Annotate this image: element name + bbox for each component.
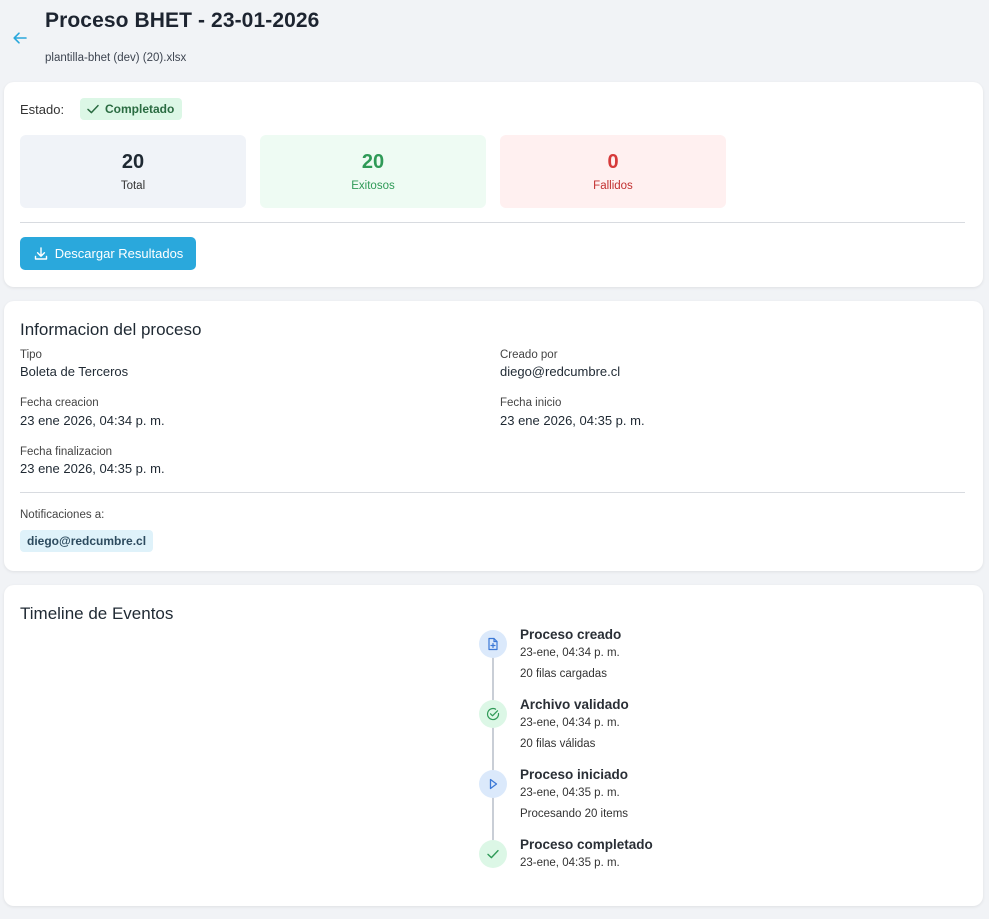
type-value: Boleta de Terceros [20, 364, 129, 379]
timeline-event-title: Archivo validado [520, 697, 629, 712]
timeline-event-date: 23-ene, 04:35 p. m. [520, 787, 620, 799]
stat-total-value: 20 [121, 151, 145, 173]
timeline-card: Timeline de Eventos Proceso creado 23-en… [4, 585, 983, 906]
page-header: Proceso BHET - 23-01-2026 plantilla-bhet… [0, 0, 989, 80]
status-card: Estado: Completado 20 Total 20 Exitosos … [4, 82, 983, 287]
timeline-event-detail: Procesando 20 items [520, 808, 629, 820]
stat-failed-value: 0 [607, 151, 619, 173]
divider [20, 492, 965, 493]
created-date-value: 23 ene 2026, 04:34 p. m. [20, 413, 165, 428]
type-label: Tipo [20, 349, 42, 361]
file-name: plantilla-bhet (dev) (20).xlsx [45, 52, 187, 64]
timeline-dot [479, 770, 507, 798]
back-button[interactable] [10, 28, 30, 48]
stat-success-value: 20 [361, 151, 385, 173]
process-info-card: Informacion del proceso Tipo Boleta de T… [4, 301, 983, 571]
end-date-label: Fecha finalizacion [20, 446, 113, 458]
page-title: Proceso BHET - 23-01-2026 [45, 9, 320, 32]
stat-failed: 0 Fallidos [500, 135, 726, 208]
arrow-left-icon [13, 32, 27, 44]
timeline-event-title: Proceso iniciado [520, 767, 629, 782]
play-icon [489, 778, 498, 790]
notification-email-chip: diego@redcumbre.cl [20, 530, 154, 552]
status-label: Estado: [20, 102, 65, 117]
file-plus-icon [488, 637, 498, 651]
download-icon [34, 246, 47, 260]
timeline-dot [479, 840, 507, 868]
timeline-event-date: 23-ene, 04:35 p. m. [520, 857, 620, 869]
timeline-dot [479, 630, 507, 658]
download-results-button[interactable]: Descargar Resultados [20, 237, 196, 270]
timeline-event-title: Proceso completado [520, 837, 653, 852]
stat-total: 20 Total [20, 135, 246, 208]
timeline-event-date: 23-ene, 04:34 p. m. [520, 647, 620, 659]
stat-success-label: Exitosos [351, 180, 395, 192]
timeline-line [492, 643, 494, 853]
created-by-label: Creado por [500, 349, 558, 361]
stat-total-label: Total [120, 180, 146, 192]
timeline-title: Timeline de Eventos [20, 604, 174, 623]
created-date-label: Fecha creacion [20, 397, 99, 409]
created-by-value: diego@redcumbre.cl [500, 364, 621, 379]
download-results-label: Descargar Resultados [54, 246, 184, 261]
timeline-event-title: Proceso creado [520, 627, 622, 642]
start-date-value: 23 ene 2026, 04:35 p. m. [500, 413, 645, 428]
check-circle-icon [486, 708, 500, 721]
timeline-event-date: 23-ene, 04:34 p. m. [520, 717, 620, 729]
timeline-event-detail: 20 filas cargadas [520, 668, 607, 680]
check-icon [87, 104, 99, 114]
timeline-event-detail: 20 filas válidas [520, 738, 596, 750]
end-date-value: 23 ene 2026, 04:35 p. m. [20, 461, 165, 476]
status-badge: Completado [80, 98, 183, 120]
stat-failed-label: Fallidos [593, 180, 633, 192]
timeline-dot [479, 700, 507, 728]
stat-success: 20 Exitosos [260, 135, 486, 208]
process-info-title: Informacion del proceso [20, 320, 202, 339]
status-badge-text: Completado [105, 102, 175, 116]
notifications-label: Notificaciones a: [20, 509, 105, 521]
start-date-label: Fecha inicio [500, 397, 562, 409]
check-icon [487, 849, 499, 859]
divider [20, 222, 965, 223]
